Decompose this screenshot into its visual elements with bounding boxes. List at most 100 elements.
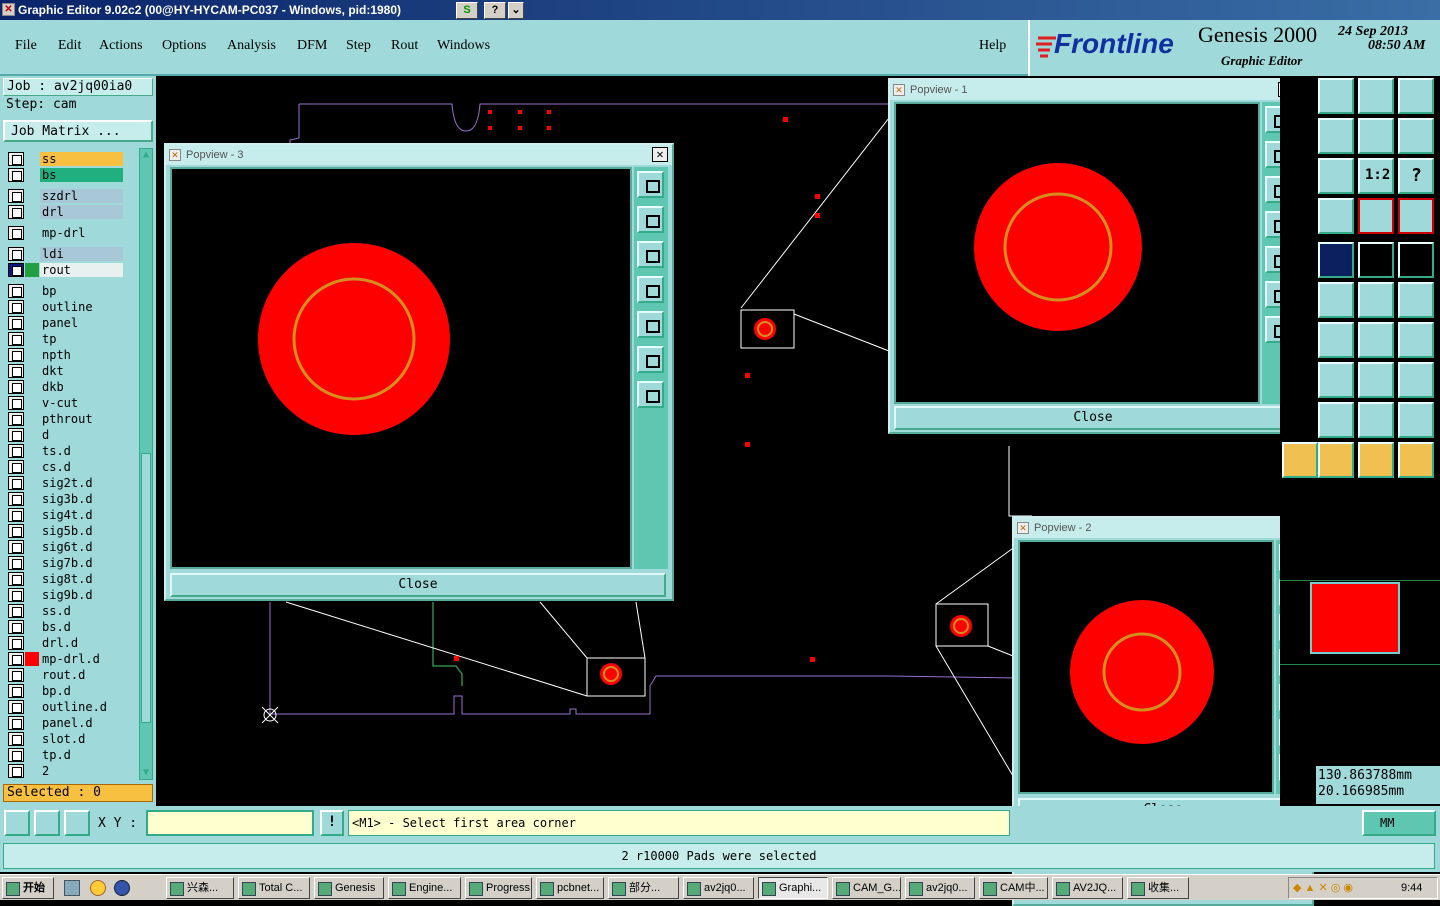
- quicklaunch-globe-icon[interactable]: [114, 880, 130, 896]
- layer-row-rout-d[interactable]: rout.d: [7, 668, 123, 682]
- layer-row-bp-d[interactable]: bp.d: [7, 684, 123, 698]
- layer-color-swatch[interactable]: [25, 748, 39, 762]
- layer-color-swatch[interactable]: [25, 460, 39, 474]
- layer-row-rout[interactable]: rout: [7, 263, 123, 277]
- menu-dfm[interactable]: DFM: [297, 38, 327, 54]
- layer-color-swatch[interactable]: [25, 263, 39, 277]
- taskbar-item[interactable]: pcbnet...: [536, 877, 604, 899]
- layer-color-swatch[interactable]: [25, 764, 39, 778]
- taskbar-item[interactable]: AV2JQ...: [1052, 877, 1123, 899]
- tool-line-end-icon[interactable]: [1398, 282, 1434, 318]
- taskbar-item[interactable]: Graphi...: [758, 877, 828, 899]
- layer-color-swatch[interactable]: [25, 684, 39, 698]
- taskbar-item[interactable]: 部分...: [608, 877, 679, 899]
- layer-color-swatch[interactable]: [25, 300, 39, 314]
- popview-3-titlebar[interactable]: ✕ Popview - 3: [166, 145, 672, 165]
- layer-row-cs-d[interactable]: cs.d: [7, 460, 123, 474]
- layer-color-swatch[interactable]: [25, 428, 39, 442]
- layer-color-swatch[interactable]: [25, 348, 39, 362]
- layer-color-swatch[interactable]: [25, 492, 39, 506]
- layer-checkbox[interactable]: [8, 716, 24, 730]
- layer-row-pthrout[interactable]: pthrout: [7, 412, 123, 426]
- tool-net-icon[interactable]: [1358, 198, 1394, 234]
- layer-row-outline-d[interactable]: outline.d: [7, 700, 123, 714]
- tool-measure-icon[interactable]: [1318, 198, 1354, 234]
- tool-diagonal-icon[interactable]: [1318, 322, 1354, 358]
- layer-color-swatch[interactable]: [25, 668, 39, 682]
- layer-checkbox[interactable]: [8, 316, 24, 330]
- layer-row-bp[interactable]: bp: [7, 284, 123, 298]
- layer-checkbox[interactable]: [8, 556, 24, 570]
- scroll-thumb[interactable]: [141, 453, 151, 723]
- layer-checkbox[interactable]: [8, 508, 24, 522]
- layer-checkbox[interactable]: [8, 247, 24, 261]
- taskbar-item[interactable]: Genesis: [314, 877, 384, 899]
- layer-row-panel-d[interactable]: panel.d: [7, 716, 123, 730]
- layer-color-swatch[interactable]: [25, 652, 39, 666]
- popview-3-close-icon[interactable]: ✕: [652, 147, 668, 162]
- menu-windows[interactable]: Windows: [437, 38, 490, 54]
- tool-line-icon[interactable]: [1358, 282, 1394, 318]
- popview-1-close-button[interactable]: Close: [894, 406, 1292, 430]
- pan-right-icon[interactable]: [637, 311, 664, 338]
- layer-row-dkb[interactable]: dkb: [7, 380, 123, 394]
- taskbar-item[interactable]: CAM_G...: [832, 877, 901, 899]
- tool-window-icon[interactable]: [1398, 78, 1434, 114]
- layer-row-v-cut[interactable]: v-cut: [7, 396, 123, 410]
- menu-analysis[interactable]: Analysis: [227, 38, 276, 54]
- layer-row-tp[interactable]: tp: [7, 332, 123, 346]
- layer-checkbox[interactable]: [8, 168, 24, 182]
- layer-color-swatch[interactable]: [25, 284, 39, 298]
- layer-color-swatch[interactable]: [25, 168, 39, 182]
- layer-checkbox[interactable]: [8, 460, 24, 474]
- layer-checkbox[interactable]: [8, 263, 24, 277]
- tool-home-icon[interactable]: [1358, 78, 1394, 114]
- tool-shape-icon[interactable]: [1318, 242, 1354, 278]
- scroll-up-icon[interactable]: ▲: [141, 149, 151, 161]
- tool-dimension-icon[interactable]: [1358, 362, 1394, 398]
- layer-color-swatch[interactable]: [25, 572, 39, 586]
- layer-color-swatch[interactable]: [25, 716, 39, 730]
- tool-net-select-icon[interactable]: [1398, 198, 1434, 234]
- exclaim-button[interactable]: !: [320, 810, 344, 836]
- tool-cross-icon[interactable]: [1318, 282, 1354, 318]
- pan-down-icon[interactable]: [637, 241, 664, 268]
- layer-checkbox[interactable]: [8, 476, 24, 490]
- layer-color-swatch[interactable]: [25, 524, 39, 538]
- tool-select-route-icon[interactable]: [1398, 442, 1434, 478]
- tool-pad-icon[interactable]: [1398, 242, 1434, 278]
- zoom-in-icon[interactable]: [637, 346, 664, 373]
- layer-checkbox[interactable]: [8, 636, 24, 650]
- zoom-out-icon[interactable]: [637, 381, 664, 408]
- layer-color-swatch[interactable]: [25, 604, 39, 618]
- layer-checkbox[interactable]: [8, 588, 24, 602]
- layer-scrollbar[interactable]: ▲ ▼: [139, 148, 153, 780]
- layer-row-sig8t-d[interactable]: sig8t.d: [7, 572, 123, 586]
- layer-color-swatch[interactable]: [25, 332, 39, 346]
- layer-color-swatch[interactable]: [25, 396, 39, 410]
- layer-color-swatch[interactable]: [25, 364, 39, 378]
- layer-checkbox[interactable]: [8, 428, 24, 442]
- layer-color-swatch[interactable]: [25, 189, 39, 203]
- layer-color-swatch[interactable]: [25, 247, 39, 261]
- layer-color-swatch[interactable]: [25, 588, 39, 602]
- snap-mode-icon[interactable]: [4, 810, 30, 836]
- taskbar-item[interactable]: CAM中...: [979, 877, 1048, 899]
- tool-select-net-icon[interactable]: [1358, 442, 1394, 478]
- tool-arc-icon[interactable]: [1358, 322, 1394, 358]
- units-select[interactable]: MM: [1362, 810, 1436, 836]
- layer-color-swatch[interactable]: [25, 732, 39, 746]
- layer-row-npth[interactable]: npth: [7, 348, 123, 362]
- popview-3-close-button[interactable]: Close: [170, 573, 666, 597]
- popview-2-titlebar[interactable]: ✕ Popview - 2: [1014, 518, 1312, 538]
- taskbar-item[interactable]: Progress: [465, 877, 532, 899]
- zoom-fit-icon[interactable]: [637, 171, 664, 198]
- taskbar-item[interactable]: Engine...: [388, 877, 461, 899]
- menu-actions[interactable]: Actions: [99, 38, 143, 54]
- tool-text-icon[interactable]: [1398, 322, 1434, 358]
- xy-input[interactable]: [146, 810, 314, 836]
- s-button[interactable]: S: [456, 2, 478, 19]
- layer-checkbox[interactable]: [8, 572, 24, 586]
- menu-step[interactable]: Step: [346, 38, 371, 54]
- menu-rout[interactable]: Rout: [391, 38, 418, 54]
